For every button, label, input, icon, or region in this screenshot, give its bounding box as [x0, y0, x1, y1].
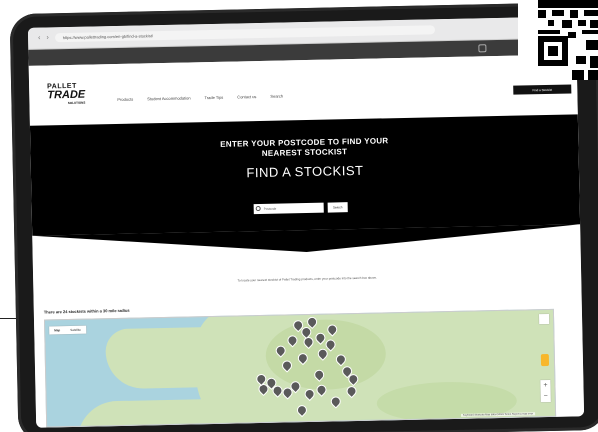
map-marker-icon[interactable] [346, 386, 354, 396]
map-marker-icon[interactable] [282, 360, 290, 370]
map-type-toggle: Map Satellite [49, 325, 86, 335]
photo-scene: ‹ › https://www.pallettrading.com/en-gb/… [0, 0, 598, 432]
site-logo[interactable]: PALLET TRADE SOLUTIONS [47, 83, 85, 108]
postcode-placeholder: Postcode [263, 206, 277, 211]
find-stockist-button[interactable]: Find a Stockist [513, 84, 572, 95]
map-marker-icon[interactable] [282, 387, 290, 397]
pegman-icon[interactable] [540, 353, 550, 367]
nav-item-student-accommodation[interactable]: Student Accommodation [147, 95, 190, 101]
map-type-map[interactable]: Map [49, 326, 65, 334]
zoom-in-button[interactable]: + [543, 382, 547, 390]
map-marker-icon[interactable] [318, 349, 326, 359]
forward-icon[interactable]: › [46, 34, 48, 41]
hero-title: FIND A STOCKIST [246, 162, 364, 181]
map-marker-icon[interactable] [348, 374, 356, 384]
postcode-input[interactable]: Postcode [253, 202, 324, 215]
map-marker-icon[interactable] [290, 381, 298, 391]
search-icon [255, 205, 261, 212]
map-marker-icon[interactable] [327, 324, 335, 334]
map-marker-icon[interactable] [256, 374, 264, 384]
map-marker-icon[interactable] [307, 317, 315, 327]
map-land-wales [105, 326, 257, 390]
map-marker-icon[interactable] [297, 405, 305, 415]
map-marker-icon[interactable] [336, 354, 344, 364]
map-marker-icon[interactable] [331, 396, 339, 406]
map-marker-icon[interactable] [258, 384, 266, 394]
nav-item-search[interactable]: Search [270, 93, 283, 98]
hero-banner: ENTER YOUR POSTCODE TO FIND YOUR NEAREST… [29, 114, 581, 236]
zoom-out-button[interactable]: − [544, 393, 548, 401]
nav-item-contact[interactable]: Contact us [237, 94, 256, 99]
tablet-device: ‹ › https://www.pallettrading.com/en-gb/… [9, 1, 598, 432]
map-marker-icon[interactable] [315, 333, 323, 343]
postcode-search: Postcode Search [253, 202, 348, 215]
map-marker-icon[interactable] [314, 370, 322, 380]
stockist-map[interactable]: Map Satellite + − Keyboard shortcuts Map… [43, 308, 557, 428]
result-count: There are 24 stockists within a 30 mile … [43, 307, 130, 315]
back-icon[interactable]: ‹ [38, 35, 40, 42]
map-marker-icon[interactable] [287, 335, 295, 345]
fullscreen-icon[interactable] [538, 313, 550, 325]
map-marker-icon[interactable] [293, 320, 301, 330]
map-type-satellite[interactable]: Satellite [65, 326, 86, 334]
nav-item-products[interactable]: Products [117, 97, 133, 102]
search-button[interactable]: Search [327, 202, 348, 213]
main-nav: Products Student Accommodation Trade Tip… [117, 93, 283, 101]
map-marker-icon[interactable] [298, 353, 306, 363]
map-marker-icon[interactable] [304, 389, 312, 399]
instructions-text: To locate your nearest stockist of Palle… [237, 275, 377, 283]
map-marker-icon[interactable] [316, 385, 324, 395]
nav-item-trade-tips[interactable]: Trade Tips [204, 95, 223, 100]
map-land-southwest [76, 398, 258, 428]
map-marker-icon[interactable] [276, 346, 284, 356]
tablet-screen: ‹ › https://www.pallettrading.com/en-gb/… [27, 16, 585, 428]
qr-code [518, 0, 598, 80]
map-marker-icon[interactable] [303, 337, 311, 347]
map-marker-icon[interactable] [325, 339, 333, 349]
share-icon[interactable] [478, 44, 487, 53]
zoom-control: + − [540, 379, 551, 403]
map-marker-icon[interactable] [272, 386, 280, 396]
url-field[interactable]: https://www.pallettrading.com/en-gb/find… [54, 25, 435, 43]
